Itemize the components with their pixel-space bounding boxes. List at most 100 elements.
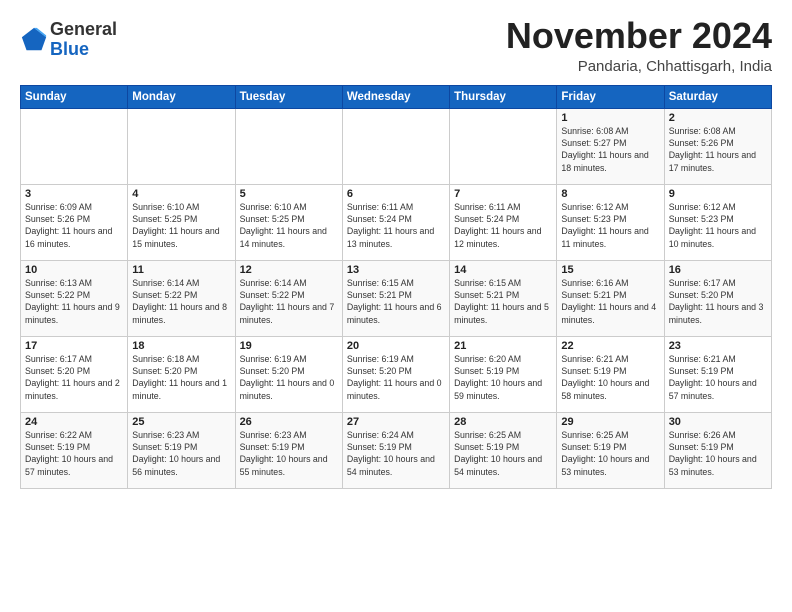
- day-info: Sunrise: 6:19 AM Sunset: 5:20 PM Dayligh…: [240, 353, 338, 402]
- day-number: 10: [25, 264, 123, 276]
- day-info: Sunrise: 6:18 AM Sunset: 5:20 PM Dayligh…: [132, 353, 230, 402]
- day-number: 5: [240, 188, 338, 200]
- header-tuesday: Tuesday: [235, 85, 342, 108]
- header-saturday: Saturday: [664, 85, 771, 108]
- table-row: 29Sunrise: 6:25 AM Sunset: 5:19 PM Dayli…: [557, 412, 664, 488]
- day-number: 17: [25, 340, 123, 352]
- day-number: 15: [561, 264, 659, 276]
- calendar-week-row: 10Sunrise: 6:13 AM Sunset: 5:22 PM Dayli…: [21, 260, 772, 336]
- table-row: 24Sunrise: 6:22 AM Sunset: 5:19 PM Dayli…: [21, 412, 128, 488]
- day-info: Sunrise: 6:15 AM Sunset: 5:21 PM Dayligh…: [454, 277, 552, 326]
- calendar-week-row: 3Sunrise: 6:09 AM Sunset: 5:26 PM Daylig…: [21, 184, 772, 260]
- table-row: 11Sunrise: 6:14 AM Sunset: 5:22 PM Dayli…: [128, 260, 235, 336]
- table-row: 1Sunrise: 6:08 AM Sunset: 5:27 PM Daylig…: [557, 108, 664, 184]
- day-number: 25: [132, 416, 230, 428]
- table-row: 20Sunrise: 6:19 AM Sunset: 5:20 PM Dayli…: [342, 336, 449, 412]
- table-row: 4Sunrise: 6:10 AM Sunset: 5:25 PM Daylig…: [128, 184, 235, 260]
- day-info: Sunrise: 6:25 AM Sunset: 5:19 PM Dayligh…: [454, 429, 552, 478]
- header-thursday: Thursday: [450, 85, 557, 108]
- table-row: [450, 108, 557, 184]
- table-row: 19Sunrise: 6:19 AM Sunset: 5:20 PM Dayli…: [235, 336, 342, 412]
- day-number: 8: [561, 188, 659, 200]
- day-number: 4: [132, 188, 230, 200]
- calendar-week-row: 17Sunrise: 6:17 AM Sunset: 5:20 PM Dayli…: [21, 336, 772, 412]
- day-number: 14: [454, 264, 552, 276]
- table-row: 28Sunrise: 6:25 AM Sunset: 5:19 PM Dayli…: [450, 412, 557, 488]
- day-info: Sunrise: 6:10 AM Sunset: 5:25 PM Dayligh…: [132, 201, 230, 250]
- table-row: 25Sunrise: 6:23 AM Sunset: 5:19 PM Dayli…: [128, 412, 235, 488]
- day-number: 28: [454, 416, 552, 428]
- logo-blue: Blue: [50, 39, 89, 59]
- day-number: 13: [347, 264, 445, 276]
- day-info: Sunrise: 6:14 AM Sunset: 5:22 PM Dayligh…: [240, 277, 338, 326]
- day-info: Sunrise: 6:11 AM Sunset: 5:24 PM Dayligh…: [454, 201, 552, 250]
- day-info: Sunrise: 6:12 AM Sunset: 5:23 PM Dayligh…: [561, 201, 659, 250]
- day-number: 6: [347, 188, 445, 200]
- table-row: 12Sunrise: 6:14 AM Sunset: 5:22 PM Dayli…: [235, 260, 342, 336]
- table-row: 13Sunrise: 6:15 AM Sunset: 5:21 PM Dayli…: [342, 260, 449, 336]
- day-number: 3: [25, 188, 123, 200]
- logo-general: General: [50, 19, 117, 39]
- day-info: Sunrise: 6:22 AM Sunset: 5:19 PM Dayligh…: [25, 429, 123, 478]
- day-info: Sunrise: 6:21 AM Sunset: 5:19 PM Dayligh…: [669, 353, 767, 402]
- table-row: 15Sunrise: 6:16 AM Sunset: 5:21 PM Dayli…: [557, 260, 664, 336]
- day-info: Sunrise: 6:09 AM Sunset: 5:26 PM Dayligh…: [25, 201, 123, 250]
- day-info: Sunrise: 6:20 AM Sunset: 5:19 PM Dayligh…: [454, 353, 552, 402]
- title-block: November 2024 Pandaria, Chhattisgarh, In…: [506, 16, 772, 75]
- day-number: 26: [240, 416, 338, 428]
- day-info: Sunrise: 6:23 AM Sunset: 5:19 PM Dayligh…: [132, 429, 230, 478]
- day-number: 22: [561, 340, 659, 352]
- table-row: 2Sunrise: 6:08 AM Sunset: 5:26 PM Daylig…: [664, 108, 771, 184]
- day-number: 29: [561, 416, 659, 428]
- day-number: 20: [347, 340, 445, 352]
- day-info: Sunrise: 6:16 AM Sunset: 5:21 PM Dayligh…: [561, 277, 659, 326]
- day-info: Sunrise: 6:08 AM Sunset: 5:27 PM Dayligh…: [561, 125, 659, 174]
- logo-text: General Blue: [50, 20, 117, 60]
- table-row: [342, 108, 449, 184]
- day-number: 18: [132, 340, 230, 352]
- table-row: 16Sunrise: 6:17 AM Sunset: 5:20 PM Dayli…: [664, 260, 771, 336]
- table-row: 17Sunrise: 6:17 AM Sunset: 5:20 PM Dayli…: [21, 336, 128, 412]
- day-number: 30: [669, 416, 767, 428]
- table-row: 21Sunrise: 6:20 AM Sunset: 5:19 PM Dayli…: [450, 336, 557, 412]
- table-row: [128, 108, 235, 184]
- day-number: 2: [669, 112, 767, 124]
- day-info: Sunrise: 6:13 AM Sunset: 5:22 PM Dayligh…: [25, 277, 123, 326]
- table-row: 3Sunrise: 6:09 AM Sunset: 5:26 PM Daylig…: [21, 184, 128, 260]
- day-number: 7: [454, 188, 552, 200]
- page-container: General Blue November 2024 Pandaria, Chh…: [0, 0, 792, 499]
- table-row: 18Sunrise: 6:18 AM Sunset: 5:20 PM Dayli…: [128, 336, 235, 412]
- day-info: Sunrise: 6:19 AM Sunset: 5:20 PM Dayligh…: [347, 353, 445, 402]
- calendar-table: Sunday Monday Tuesday Wednesday Thursday…: [20, 85, 772, 489]
- calendar-header-row: Sunday Monday Tuesday Wednesday Thursday…: [21, 85, 772, 108]
- day-number: 11: [132, 264, 230, 276]
- day-info: Sunrise: 6:08 AM Sunset: 5:26 PM Dayligh…: [669, 125, 767, 174]
- header: General Blue November 2024 Pandaria, Chh…: [20, 16, 772, 75]
- table-row: 6Sunrise: 6:11 AM Sunset: 5:24 PM Daylig…: [342, 184, 449, 260]
- day-info: Sunrise: 6:21 AM Sunset: 5:19 PM Dayligh…: [561, 353, 659, 402]
- month-title: November 2024: [506, 16, 772, 56]
- day-info: Sunrise: 6:23 AM Sunset: 5:19 PM Dayligh…: [240, 429, 338, 478]
- day-info: Sunrise: 6:14 AM Sunset: 5:22 PM Dayligh…: [132, 277, 230, 326]
- day-info: Sunrise: 6:24 AM Sunset: 5:19 PM Dayligh…: [347, 429, 445, 478]
- calendar-week-row: 1Sunrise: 6:08 AM Sunset: 5:27 PM Daylig…: [21, 108, 772, 184]
- header-wednesday: Wednesday: [342, 85, 449, 108]
- header-friday: Friday: [557, 85, 664, 108]
- day-number: 9: [669, 188, 767, 200]
- table-row: 8Sunrise: 6:12 AM Sunset: 5:23 PM Daylig…: [557, 184, 664, 260]
- table-row: 23Sunrise: 6:21 AM Sunset: 5:19 PM Dayli…: [664, 336, 771, 412]
- table-row: 30Sunrise: 6:26 AM Sunset: 5:19 PM Dayli…: [664, 412, 771, 488]
- day-info: Sunrise: 6:15 AM Sunset: 5:21 PM Dayligh…: [347, 277, 445, 326]
- location-subtitle: Pandaria, Chhattisgarh, India: [506, 58, 772, 75]
- day-number: 24: [25, 416, 123, 428]
- header-sunday: Sunday: [21, 85, 128, 108]
- calendar-week-row: 24Sunrise: 6:22 AM Sunset: 5:19 PM Dayli…: [21, 412, 772, 488]
- day-info: Sunrise: 6:11 AM Sunset: 5:24 PM Dayligh…: [347, 201, 445, 250]
- day-info: Sunrise: 6:26 AM Sunset: 5:19 PM Dayligh…: [669, 429, 767, 478]
- day-number: 1: [561, 112, 659, 124]
- table-row: 10Sunrise: 6:13 AM Sunset: 5:22 PM Dayli…: [21, 260, 128, 336]
- logo-icon: [20, 26, 48, 54]
- table-row: [235, 108, 342, 184]
- table-row: [21, 108, 128, 184]
- day-number: 27: [347, 416, 445, 428]
